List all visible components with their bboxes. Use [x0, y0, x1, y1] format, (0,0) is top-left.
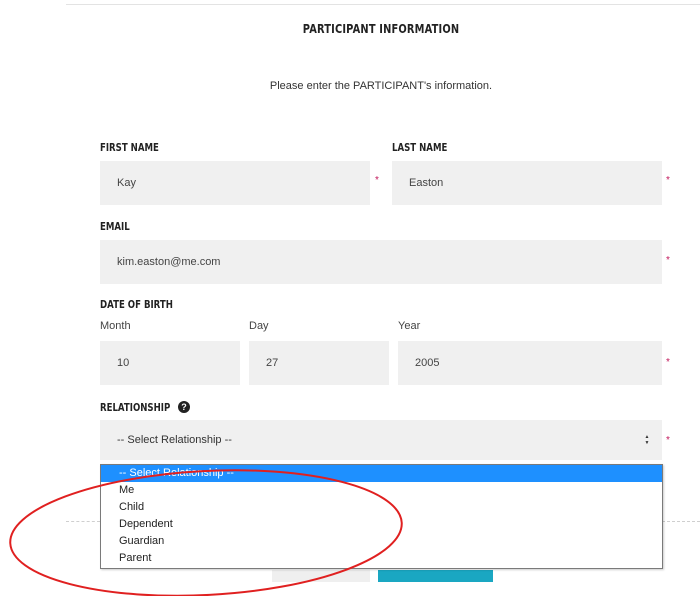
annotation-ellipse	[9, 469, 403, 596]
